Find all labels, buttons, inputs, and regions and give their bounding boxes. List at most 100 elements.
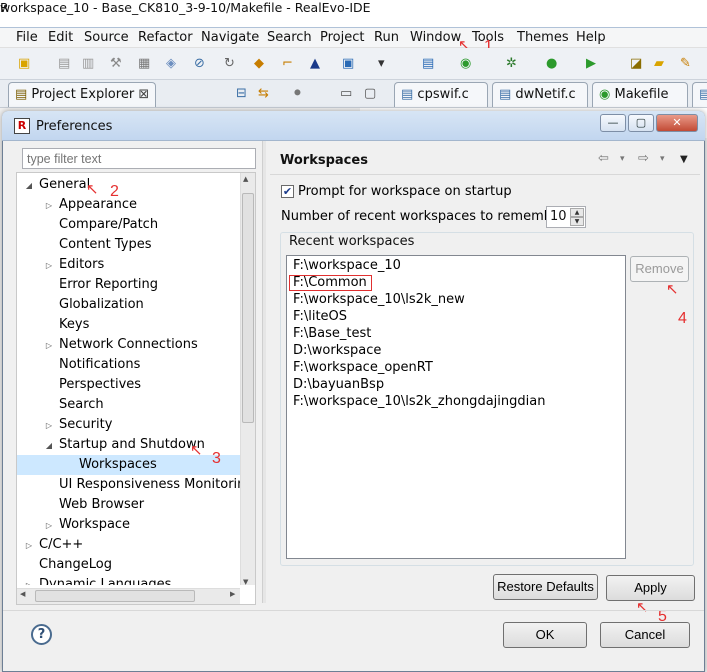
ok-button[interactable]: OK: [503, 622, 587, 648]
list-item[interactable]: F:\workspace_10\ls2k_new: [293, 292, 465, 307]
tab-overflow[interactable]: ▤: [692, 82, 707, 107]
list-item[interactable]: F:\workspace_10\ls2k_zhongdajingdian: [293, 394, 545, 409]
clean-icon[interactable]: ◈: [164, 55, 182, 73]
tab-cpswif[interactable]: ▤ cpswif.c: [394, 82, 488, 107]
recent-count-spinner[interactable]: 10 ▲ ▼: [546, 206, 586, 228]
link-editor-icon[interactable]: ⇆: [258, 86, 269, 101]
scroll-right-icon[interactable]: ▶: [230, 590, 235, 598]
menu-source[interactable]: Source: [84, 30, 129, 45]
run-last-icon[interactable]: ◉: [458, 55, 476, 73]
save-all-icon[interactable]: ▥: [80, 55, 98, 73]
tree-item[interactable]: Web Browser: [17, 495, 241, 515]
menu-search[interactable]: Search: [267, 30, 312, 45]
scroll-down-icon[interactable]: ▼: [243, 578, 248, 586]
spinner-down-icon[interactable]: ▼: [570, 217, 584, 226]
scroll-up-icon[interactable]: ▲: [243, 175, 248, 183]
collapsed-arrow-icon[interactable]: ▷: [43, 256, 55, 276]
recent-workspaces-list[interactable]: F:\workspace_10 F:\Common F:\workspace_1…: [286, 255, 626, 559]
dropdown-icon[interactable]: ▾: [376, 55, 394, 73]
tree-item[interactable]: ◢ General: [17, 175, 241, 195]
tree-item[interactable]: Notifications: [17, 355, 241, 375]
tree-item[interactable]: ▷ Network Connections: [17, 335, 241, 355]
list-item[interactable]: F:\workspace_10: [293, 258, 401, 273]
component-icon[interactable]: ◆: [252, 55, 270, 73]
minimize-button[interactable]: —: [600, 114, 626, 132]
collapsed-arrow-icon[interactable]: ▷: [23, 576, 35, 585]
back-dropdown-icon[interactable]: ▾: [620, 154, 625, 164]
collapsed-arrow-icon[interactable]: ▷: [43, 196, 55, 216]
menu-help[interactable]: Help: [576, 30, 606, 45]
open-type-icon[interactable]: ◪: [628, 55, 646, 73]
tree-item[interactable]: ▷ Dynamic Languages: [17, 575, 241, 585]
debug-bug-icon[interactable]: ✲: [504, 55, 522, 73]
forward-icon[interactable]: ⇨: [638, 151, 649, 166]
tree-vertical-scroll-thumb[interactable]: [242, 193, 254, 423]
list-item[interactable]: D:\bayuanBsp: [293, 377, 384, 392]
menu-project[interactable]: Project: [320, 30, 364, 45]
tree-item[interactable]: Error Reporting: [17, 275, 241, 295]
filter-input[interactable]: [22, 148, 256, 169]
refresh-icon[interactable]: ↻: [222, 55, 240, 73]
menu-refactor[interactable]: Refactor: [138, 30, 193, 45]
tree-item[interactable]: Globalization: [17, 295, 241, 315]
tab-dwnetif[interactable]: ▤ dwNetif.c: [492, 82, 588, 107]
build-hammer-icon[interactable]: ⚒: [108, 55, 126, 73]
collapsed-arrow-icon[interactable]: ▷: [23, 536, 35, 556]
remove-button[interactable]: Remove: [630, 256, 689, 282]
view-menu-icon[interactable]: ▼: [680, 154, 688, 165]
menu-edit[interactable]: Edit: [48, 30, 73, 45]
collapsed-arrow-icon[interactable]: ▷: [43, 516, 55, 536]
maximize-button[interactable]: ▢: [628, 114, 654, 132]
tree-item[interactable]: ▷ Appearance: [17, 195, 241, 215]
pen-icon[interactable]: ✎: [678, 55, 696, 73]
menu-themes[interactable]: Themes: [517, 30, 569, 45]
list-item[interactable]: F:\Base_test: [293, 326, 371, 341]
tab-project-explorer[interactable]: ▤ Project Explorer ⊠: [8, 82, 156, 107]
new-file-icon[interactable]: ▤: [420, 55, 438, 73]
menu-window[interactable]: Window: [410, 30, 461, 45]
collapse-all-icon[interactable]: ⊟: [236, 86, 247, 101]
tree-item[interactable]: Keys: [17, 315, 241, 335]
list-item[interactable]: D:\workspace: [293, 343, 381, 358]
tree-item[interactable]: Perspectives: [17, 375, 241, 395]
menu-navigate[interactable]: Navigate: [201, 30, 259, 45]
tree-item[interactable]: Content Types: [17, 235, 241, 255]
tree-item[interactable]: ▷ Workspace: [17, 515, 241, 535]
forward-dropdown-icon[interactable]: ▾: [660, 154, 665, 164]
pane-splitter[interactable]: [262, 141, 266, 603]
open-element-icon[interactable]: ⌐: [280, 55, 298, 73]
expanded-arrow-icon[interactable]: ◢: [23, 176, 35, 196]
list-item[interactable]: F:\liteOS: [293, 309, 347, 324]
skip-breakpoints-icon[interactable]: ⊘: [192, 55, 210, 73]
back-icon[interactable]: ⇦: [598, 151, 609, 166]
tree-item[interactable]: ▷ Security: [17, 415, 241, 435]
maximize-view-icon[interactable]: ▢: [364, 86, 376, 101]
tree-item[interactable]: Compare/Patch: [17, 215, 241, 235]
expanded-arrow-icon[interactable]: ◢: [43, 436, 55, 456]
scroll-left-icon[interactable]: ◀: [20, 590, 25, 598]
tree-horizontal-scroll-thumb[interactable]: [35, 590, 195, 602]
collapsed-arrow-icon[interactable]: ▷: [43, 416, 55, 436]
tree-item[interactable]: Workspaces: [17, 455, 241, 475]
tab-makefile[interactable]: ◉ Makefile: [592, 82, 688, 107]
collapsed-arrow-icon[interactable]: ▷: [43, 336, 55, 356]
apply-button[interactable]: Apply: [606, 575, 695, 601]
spinner-up-icon[interactable]: ▲: [570, 208, 584, 217]
tree-item[interactable]: ▷ Editors: [17, 255, 241, 275]
tree-item[interactable]: ▷ C/C++: [17, 535, 241, 555]
menu-run[interactable]: Run: [374, 30, 399, 45]
view-menu-icon[interactable]: ⚫: [292, 86, 303, 101]
triangle-tool-icon[interactable]: ▲: [308, 55, 326, 73]
save-icon[interactable]: ▤: [56, 55, 74, 73]
tree-item[interactable]: Search: [17, 395, 241, 415]
new-project-icon[interactable]: ▣: [340, 55, 358, 73]
tree-item[interactable]: ◢ Startup and Shutdown: [17, 435, 241, 455]
run-icon[interactable]: ●: [544, 55, 562, 73]
menu-file[interactable]: File: [16, 30, 38, 45]
close-icon[interactable]: ⊠: [138, 87, 149, 102]
close-button[interactable]: ✕: [656, 114, 698, 132]
external-tools-icon[interactable]: ▶: [584, 55, 602, 73]
open-folder-icon[interactable]: ▰: [652, 55, 670, 73]
build-all-icon[interactable]: ▦: [136, 55, 154, 73]
minimize-view-icon[interactable]: ▭: [340, 86, 352, 101]
